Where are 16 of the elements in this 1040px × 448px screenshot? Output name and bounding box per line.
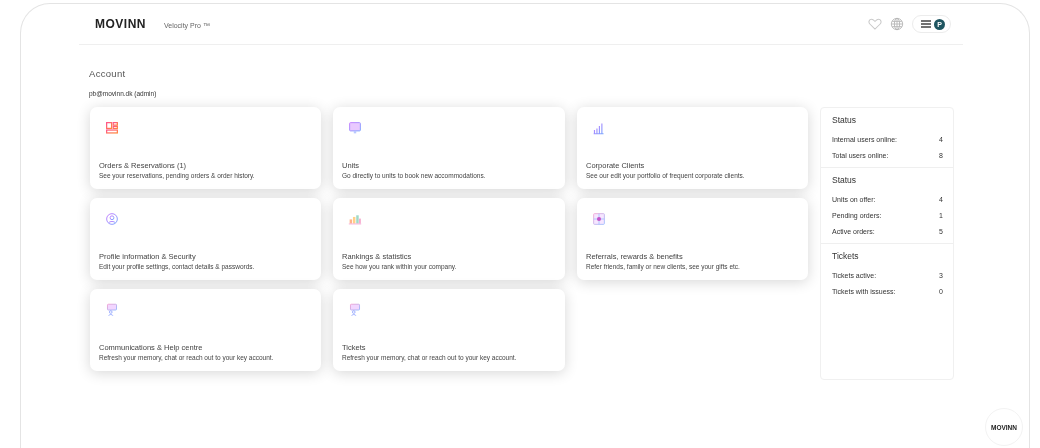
chat-person-icon <box>348 303 362 317</box>
logo[interactable]: MOVINN <box>95 17 146 31</box>
network-icon <box>592 212 606 226</box>
monitor-icon <box>348 121 362 135</box>
section-title: Tickets <box>832 251 860 261</box>
chat-person-icon <box>105 303 119 317</box>
heart-icon[interactable] <box>868 18 882 30</box>
section-title: Status <box>832 115 858 125</box>
page-title: Account <box>89 68 127 79</box>
bar-chart-icon <box>348 212 362 226</box>
section-title: Status <box>832 175 858 185</box>
menu-icon <box>921 20 931 28</box>
bar-chart-icon <box>592 121 606 135</box>
grid-icon <box>105 121 119 135</box>
user-icon <box>105 212 119 226</box>
globe-icon[interactable] <box>890 17 904 31</box>
